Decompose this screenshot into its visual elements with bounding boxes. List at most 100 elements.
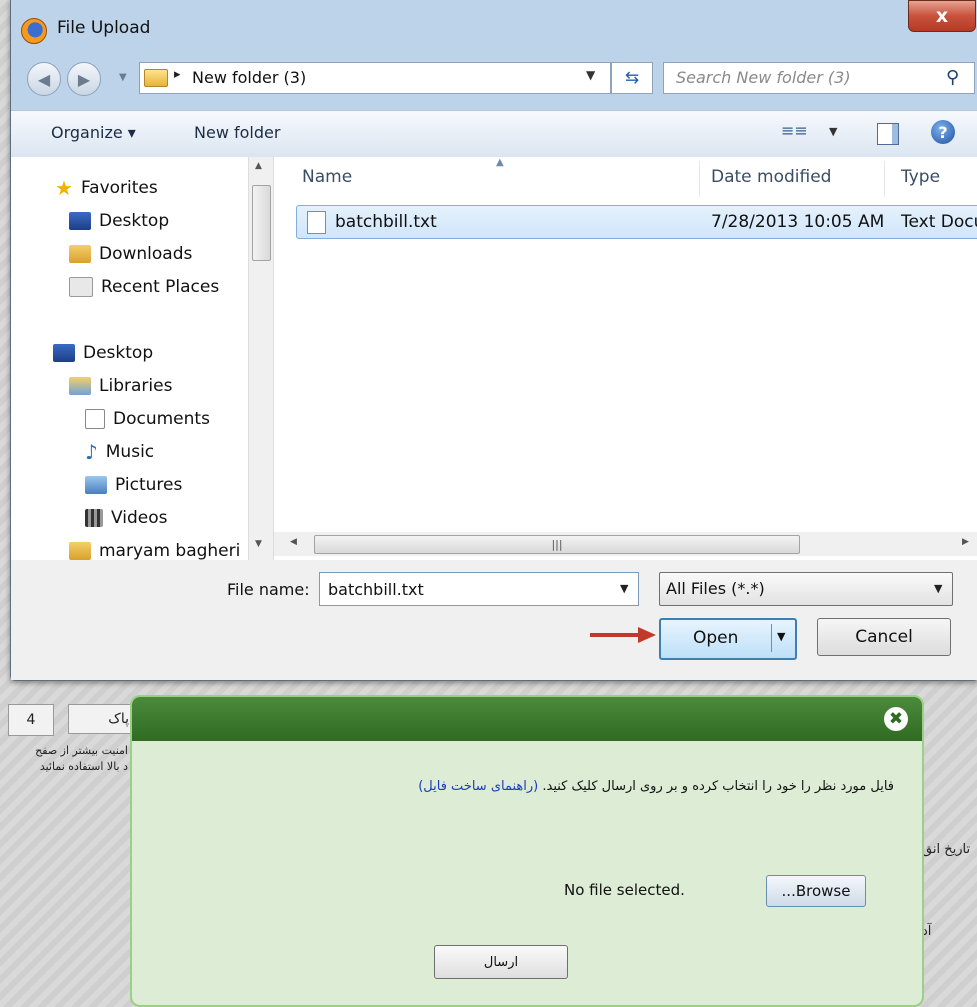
column-name[interactable]: Name [302,167,352,187]
navigation-pane: ★ Favorites Desktop Downloads Recent Pla… [11,157,274,560]
column-date-modified[interactable]: Date modified [711,167,831,187]
background-note-line1: امنیت بیشتر از صفح [35,744,128,757]
downloads-icon [69,245,91,263]
nav-fav-desktop[interactable]: Desktop [69,208,169,234]
modal-header: ✖ [132,697,922,741]
background-field[interactable]: 4 [8,704,54,736]
nav-desktop-label: Desktop [83,343,154,363]
nav-libraries-label: Libraries [99,376,173,396]
background-note-line2: د بالا استفاده نمائید [39,760,128,773]
file-type-filter-value: All Files (*.*) [666,579,765,598]
scroll-down-icon[interactable]: ▼ [255,539,262,549]
file-name-label: File name: [227,580,310,599]
nav-documents[interactable]: Documents [85,406,210,432]
open-split-divider [771,624,772,652]
file-name-value: batchbill.txt [328,580,424,599]
views-icon[interactable]: ≡≡ [781,121,808,140]
libraries-icon [69,377,91,395]
forward-icon[interactable]: ▶ [67,62,101,96]
open-button[interactable]: Open ▼ [659,618,797,660]
command-bar: Organize ▾ New folder ≡≡ ▼ ? [11,110,977,158]
star-icon: ★ [55,176,73,200]
file-date: 7/28/2013 10:05 AM [711,212,885,232]
folder-icon [144,69,168,87]
address-row: ◀ ▶ ▼ ▸ New folder (3) ▼ ⇆ Search New fo… [11,60,977,98]
background-clear-button[interactable]: پاک [68,704,138,734]
file-row-selected[interactable]: batchbill.txt 7/28/2013 10:05 AM Text Do… [296,205,977,239]
nav-favorites-label: Favorites [80,178,158,198]
file-upload-dialog: File Upload x ◀ ▶ ▼ ▸ New folder (3) ▼ ⇆… [10,0,977,681]
submit-button[interactable]: ارسال [434,945,568,979]
nav-item-label: Recent Places [101,277,220,297]
views-dropdown-icon[interactable]: ▼ [829,125,837,138]
address-dropdown-icon[interactable]: ▼ [586,68,595,82]
search-icon[interactable]: ⚲ [946,67,959,88]
file-name-input[interactable]: batchbill.txt ▼ [319,572,639,606]
help-link[interactable]: (راهنمای ساخت فایل) [418,779,538,794]
nav-desktop[interactable]: Desktop [53,340,153,366]
column-type[interactable]: Type [901,167,940,187]
file-name-dropdown-icon[interactable]: ▼ [620,582,628,595]
back-icon[interactable]: ◀ [27,62,61,96]
nav-user[interactable]: maryam bagheri [69,538,240,560]
window-title: File Upload [57,18,151,38]
nav-item-label: Music [105,442,155,462]
no-file-status: No file selected. [564,881,685,899]
user-folder-icon [69,542,91,560]
preview-pane-icon[interactable] [877,123,899,145]
search-input[interactable]: Search New folder (3) ⚲ [663,62,975,94]
nav-user-label: maryam bagheri [99,541,241,560]
cancel-button[interactable]: Cancel [817,618,951,656]
title-bar[interactable]: File Upload x [11,0,977,56]
nav-fav-downloads[interactable]: Downloads [69,241,192,267]
nav-scrollbar-thumb[interactable] [252,185,271,261]
address-bar[interactable]: ▸ New folder (3) ▼ [139,62,611,94]
scroll-right-icon[interactable]: ▶ [962,537,969,547]
text-file-icon [307,211,326,234]
search-placeholder: Search New folder (3) [676,68,851,87]
open-dropdown-icon[interactable]: ▼ [777,630,785,643]
nav-pictures[interactable]: Pictures [85,472,182,498]
recent-places-icon [69,277,93,297]
open-button-label: Open [693,628,739,648]
breadcrumb-chevron-icon[interactable]: ▸ [174,67,181,82]
nav-item-label: Downloads [99,244,193,264]
firefox-icon [21,18,47,44]
column-divider[interactable] [884,161,885,197]
breadcrumb[interactable]: New folder (3) [192,68,306,87]
nav-item-label: Documents [113,409,210,429]
desktop-icon [53,344,75,362]
close-button[interactable]: x [908,0,976,32]
music-icon: ♪ [85,440,98,464]
scroll-up-icon[interactable]: ▲ [255,161,262,171]
file-type-filter[interactable]: All Files (*.*) ▼ [659,572,953,606]
organize-menu[interactable]: Organize ▾ [51,123,136,142]
file-type: Text Docu [901,212,977,232]
file-name: batchbill.txt [335,212,437,232]
refresh-icon[interactable]: ⇆ [611,62,653,94]
recent-dropdown-icon[interactable]: ▼ [119,72,127,83]
filter-dropdown-icon[interactable]: ▼ [934,582,942,595]
scroll-left-icon[interactable]: ◀ [290,537,297,547]
nav-videos[interactable]: Videos [85,505,168,531]
browse-button[interactable]: ...Browse [766,875,866,907]
modal-message-text: فایل مورد نظر را خود را انتخاب کرده و بر… [542,779,894,794]
help-icon[interactable]: ? [931,120,955,144]
nav-favorites[interactable]: ★ Favorites [55,175,158,201]
nav-item-label: Desktop [99,211,170,231]
file-list-scrollbar[interactable]: ◀ ||| ▶ [274,532,977,556]
nav-item-label: Videos [111,508,168,528]
nav-fav-recent-places[interactable]: Recent Places [69,274,219,300]
sort-arrow-icon: ▲ [496,157,504,168]
modal-close-icon[interactable]: ✖ [884,707,908,731]
nav-music[interactable]: ♪ Music [85,439,154,465]
videos-icon [85,509,103,527]
documents-icon [85,409,105,429]
pictures-icon [85,476,107,494]
file-list-scrollbar-thumb[interactable]: ||| [314,535,800,554]
annotation-arrow-icon [590,627,656,643]
nav-scrollbar[interactable]: ▲ ▼ [248,157,273,560]
new-folder-button[interactable]: New folder [194,123,280,142]
nav-libraries[interactable]: Libraries [69,373,172,399]
column-divider[interactable] [699,161,700,197]
